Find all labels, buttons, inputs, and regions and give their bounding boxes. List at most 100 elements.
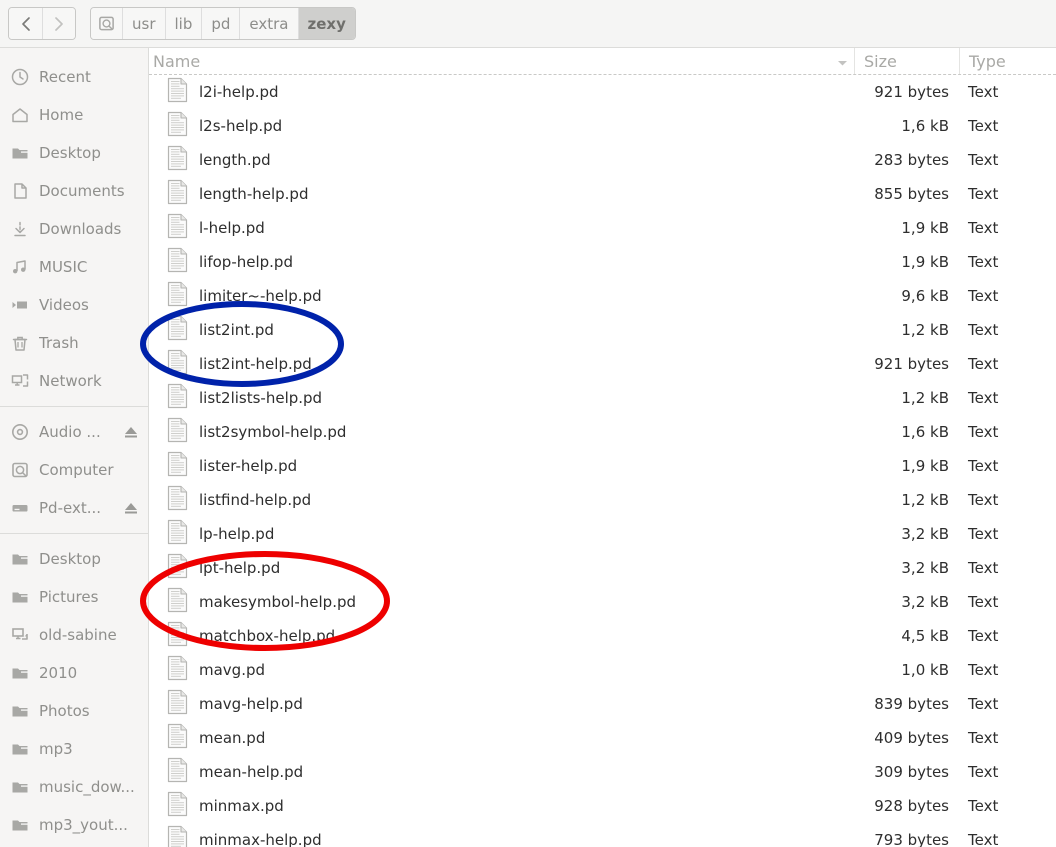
- file-name-cell[interactable]: mavg-help.pd: [149, 689, 854, 719]
- breadcrumb-item-extra[interactable]: extra: [239, 8, 298, 39]
- file-name-cell[interactable]: l-help.pd: [149, 213, 854, 243]
- sidebar-item-pictures[interactable]: Pictures: [0, 578, 148, 616]
- table-row[interactable]: listfind-help.pd 1,2 kB Text: [149, 483, 1056, 517]
- sidebar-item-videos[interactable]: Videos: [0, 286, 148, 324]
- text-file-icon: [167, 825, 189, 847]
- table-row[interactable]: matchbox-help.pd 4,5 kB Text: [149, 619, 1056, 653]
- sidebar-item-downloads[interactable]: Downloads: [0, 210, 148, 248]
- sidebar-item-old-sabine[interactable]: old-sabine: [0, 616, 148, 654]
- sidebar-item-2010[interactable]: 2010: [0, 654, 148, 692]
- table-row[interactable]: length.pd 283 bytes Text: [149, 143, 1056, 177]
- sidebar-item-recent[interactable]: Recent: [0, 58, 148, 96]
- table-row[interactable]: l-help.pd 1,9 kB Text: [149, 211, 1056, 245]
- sidebar-item-label: Recent: [39, 68, 91, 86]
- table-row[interactable]: list2int-help.pd 921 bytes Text: [149, 347, 1056, 381]
- breadcrumb-item-pd[interactable]: pd: [201, 8, 240, 39]
- file-name-cell[interactable]: makesymbol-help.pd: [149, 587, 854, 617]
- table-row[interactable]: mavg-help.pd 839 bytes Text: [149, 687, 1056, 721]
- file-name-cell[interactable]: mean.pd: [149, 723, 854, 753]
- sidebar-item-music[interactable]: MUSIC: [0, 248, 148, 286]
- file-name-cell[interactable]: length.pd: [149, 145, 854, 175]
- file-name-cell[interactable]: minmax-help.pd: [149, 825, 854, 847]
- sidebar-item-music-dow[interactable]: music_dow...: [0, 768, 148, 806]
- folder-icon: [9, 739, 31, 759]
- file-size-label: 309 bytes: [874, 763, 949, 781]
- column-header-size[interactable]: Size: [854, 48, 959, 74]
- table-row[interactable]: lp-help.pd 3,2 kB Text: [149, 517, 1056, 551]
- file-name-cell[interactable]: l2s-help.pd: [149, 111, 854, 141]
- sidebar-item-label: Documents: [39, 182, 125, 200]
- file-name-cell[interactable]: mavg.pd: [149, 655, 854, 685]
- sidebar-item-audio[interactable]: Audio ...: [0, 413, 148, 451]
- sidebar-item-desktop[interactable]: Desktop: [0, 134, 148, 172]
- file-name-cell[interactable]: lifop-help.pd: [149, 247, 854, 277]
- column-header-type[interactable]: Type: [959, 48, 1056, 74]
- file-name-cell[interactable]: list2int.pd: [149, 315, 854, 345]
- sidebar-item-desktop[interactable]: Desktop: [0, 540, 148, 578]
- breadcrumb-item-zexy[interactable]: zexy: [297, 8, 355, 39]
- table-row[interactable]: minmax-help.pd 793 bytes Text: [149, 823, 1056, 847]
- text-file-icon: [167, 281, 188, 307]
- table-row[interactable]: makesymbol-help.pd 3,2 kB Text: [149, 585, 1056, 619]
- table-row[interactable]: mavg.pd 1,0 kB Text: [149, 653, 1056, 687]
- sidebar-item-pd-ext[interactable]: Pd-ext...: [0, 489, 148, 527]
- table-row[interactable]: minmax.pd 928 bytes Text: [149, 789, 1056, 823]
- table-row[interactable]: lpt-help.pd 3,2 kB Text: [149, 551, 1056, 585]
- sidebar[interactable]: Recent Home Desktop Documents Downloads M…: [0, 48, 149, 847]
- file-name-cell[interactable]: listfind-help.pd: [149, 485, 854, 515]
- video-icon: [9, 295, 31, 315]
- file-name-cell[interactable]: list2int-help.pd: [149, 349, 854, 379]
- file-name-cell[interactable]: mean-help.pd: [149, 757, 854, 787]
- file-name-cell[interactable]: l2i-help.pd: [149, 77, 854, 107]
- file-name-cell[interactable]: list2lists-help.pd: [149, 383, 854, 413]
- file-name-cell[interactable]: lp-help.pd: [149, 519, 854, 549]
- file-type-label: Text: [968, 83, 999, 101]
- folder-icon: [9, 663, 31, 683]
- table-row[interactable]: l2i-help.pd 921 bytes Text: [149, 75, 1056, 109]
- table-row[interactable]: list2int.pd 1,2 kB Text: [149, 313, 1056, 347]
- file-name-cell[interactable]: list2symbol-help.pd: [149, 417, 854, 447]
- table-row[interactable]: mean.pd 409 bytes Text: [149, 721, 1056, 755]
- file-name-cell[interactable]: lpt-help.pd: [149, 553, 854, 583]
- forward-button[interactable]: [42, 8, 75, 39]
- file-name-cell[interactable]: lister-help.pd: [149, 451, 854, 481]
- sidebar-item-network[interactable]: Network: [0, 362, 148, 400]
- table-row[interactable]: list2lists-help.pd 1,2 kB Text: [149, 381, 1056, 415]
- file-name-cell[interactable]: minmax.pd: [149, 791, 854, 821]
- breadcrumb-item-computer[interactable]: [91, 8, 122, 39]
- sidebar-item-computer[interactable]: Computer: [0, 451, 148, 489]
- sidebar-item-photos[interactable]: Photos: [0, 692, 148, 730]
- eject-button[interactable]: [123, 425, 139, 439]
- sidebar-item-home[interactable]: Home: [0, 96, 148, 134]
- table-row[interactable]: length-help.pd 855 bytes Text: [149, 177, 1056, 211]
- file-name-label: mavg-help.pd: [199, 695, 303, 713]
- file-name-cell[interactable]: limiter~-help.pd: [149, 281, 854, 311]
- file-name-cell[interactable]: matchbox-help.pd: [149, 621, 854, 651]
- table-row[interactable]: mean-help.pd 309 bytes Text: [149, 755, 1056, 789]
- text-file-icon: [167, 451, 188, 477]
- file-list-rows: l2i-help.pd 921 bytes Text l2s-help.pd 1,6 …: [149, 75, 1056, 847]
- file-name-cell[interactable]: length-help.pd: [149, 179, 854, 209]
- sidebar-item-documents[interactable]: Documents: [0, 172, 148, 210]
- eject-button[interactable]: [123, 501, 139, 515]
- table-row[interactable]: l2s-help.pd 1,6 kB Text: [149, 109, 1056, 143]
- file-type-label: Text: [968, 253, 999, 271]
- text-file-icon: [167, 383, 188, 409]
- table-row[interactable]: limiter~-help.pd 9,6 kB Text: [149, 279, 1056, 313]
- eject-icon[interactable]: [123, 501, 139, 515]
- sidebar-item-mp3-yout[interactable]: mp3_yout...: [0, 806, 148, 844]
- text-file-icon: [167, 349, 188, 375]
- breadcrumb-item-lib[interactable]: lib: [164, 8, 202, 39]
- table-row[interactable]: lifop-help.pd 1,9 kB Text: [149, 245, 1056, 279]
- file-type-label: Text: [968, 729, 999, 747]
- file-type-label: Text: [968, 491, 999, 509]
- breadcrumb-item-usr[interactable]: usr: [122, 8, 165, 39]
- table-row[interactable]: list2symbol-help.pd 1,6 kB Text: [149, 415, 1056, 449]
- column-header-name[interactable]: Name: [149, 48, 854, 74]
- table-row[interactable]: lister-help.pd 1,9 kB Text: [149, 449, 1056, 483]
- sidebar-item-mp3[interactable]: mp3: [0, 730, 148, 768]
- eject-icon[interactable]: [123, 425, 139, 439]
- back-button[interactable]: [9, 8, 42, 39]
- sidebar-item-trash[interactable]: Trash: [0, 324, 148, 362]
- folder-icon: [9, 587, 31, 607]
